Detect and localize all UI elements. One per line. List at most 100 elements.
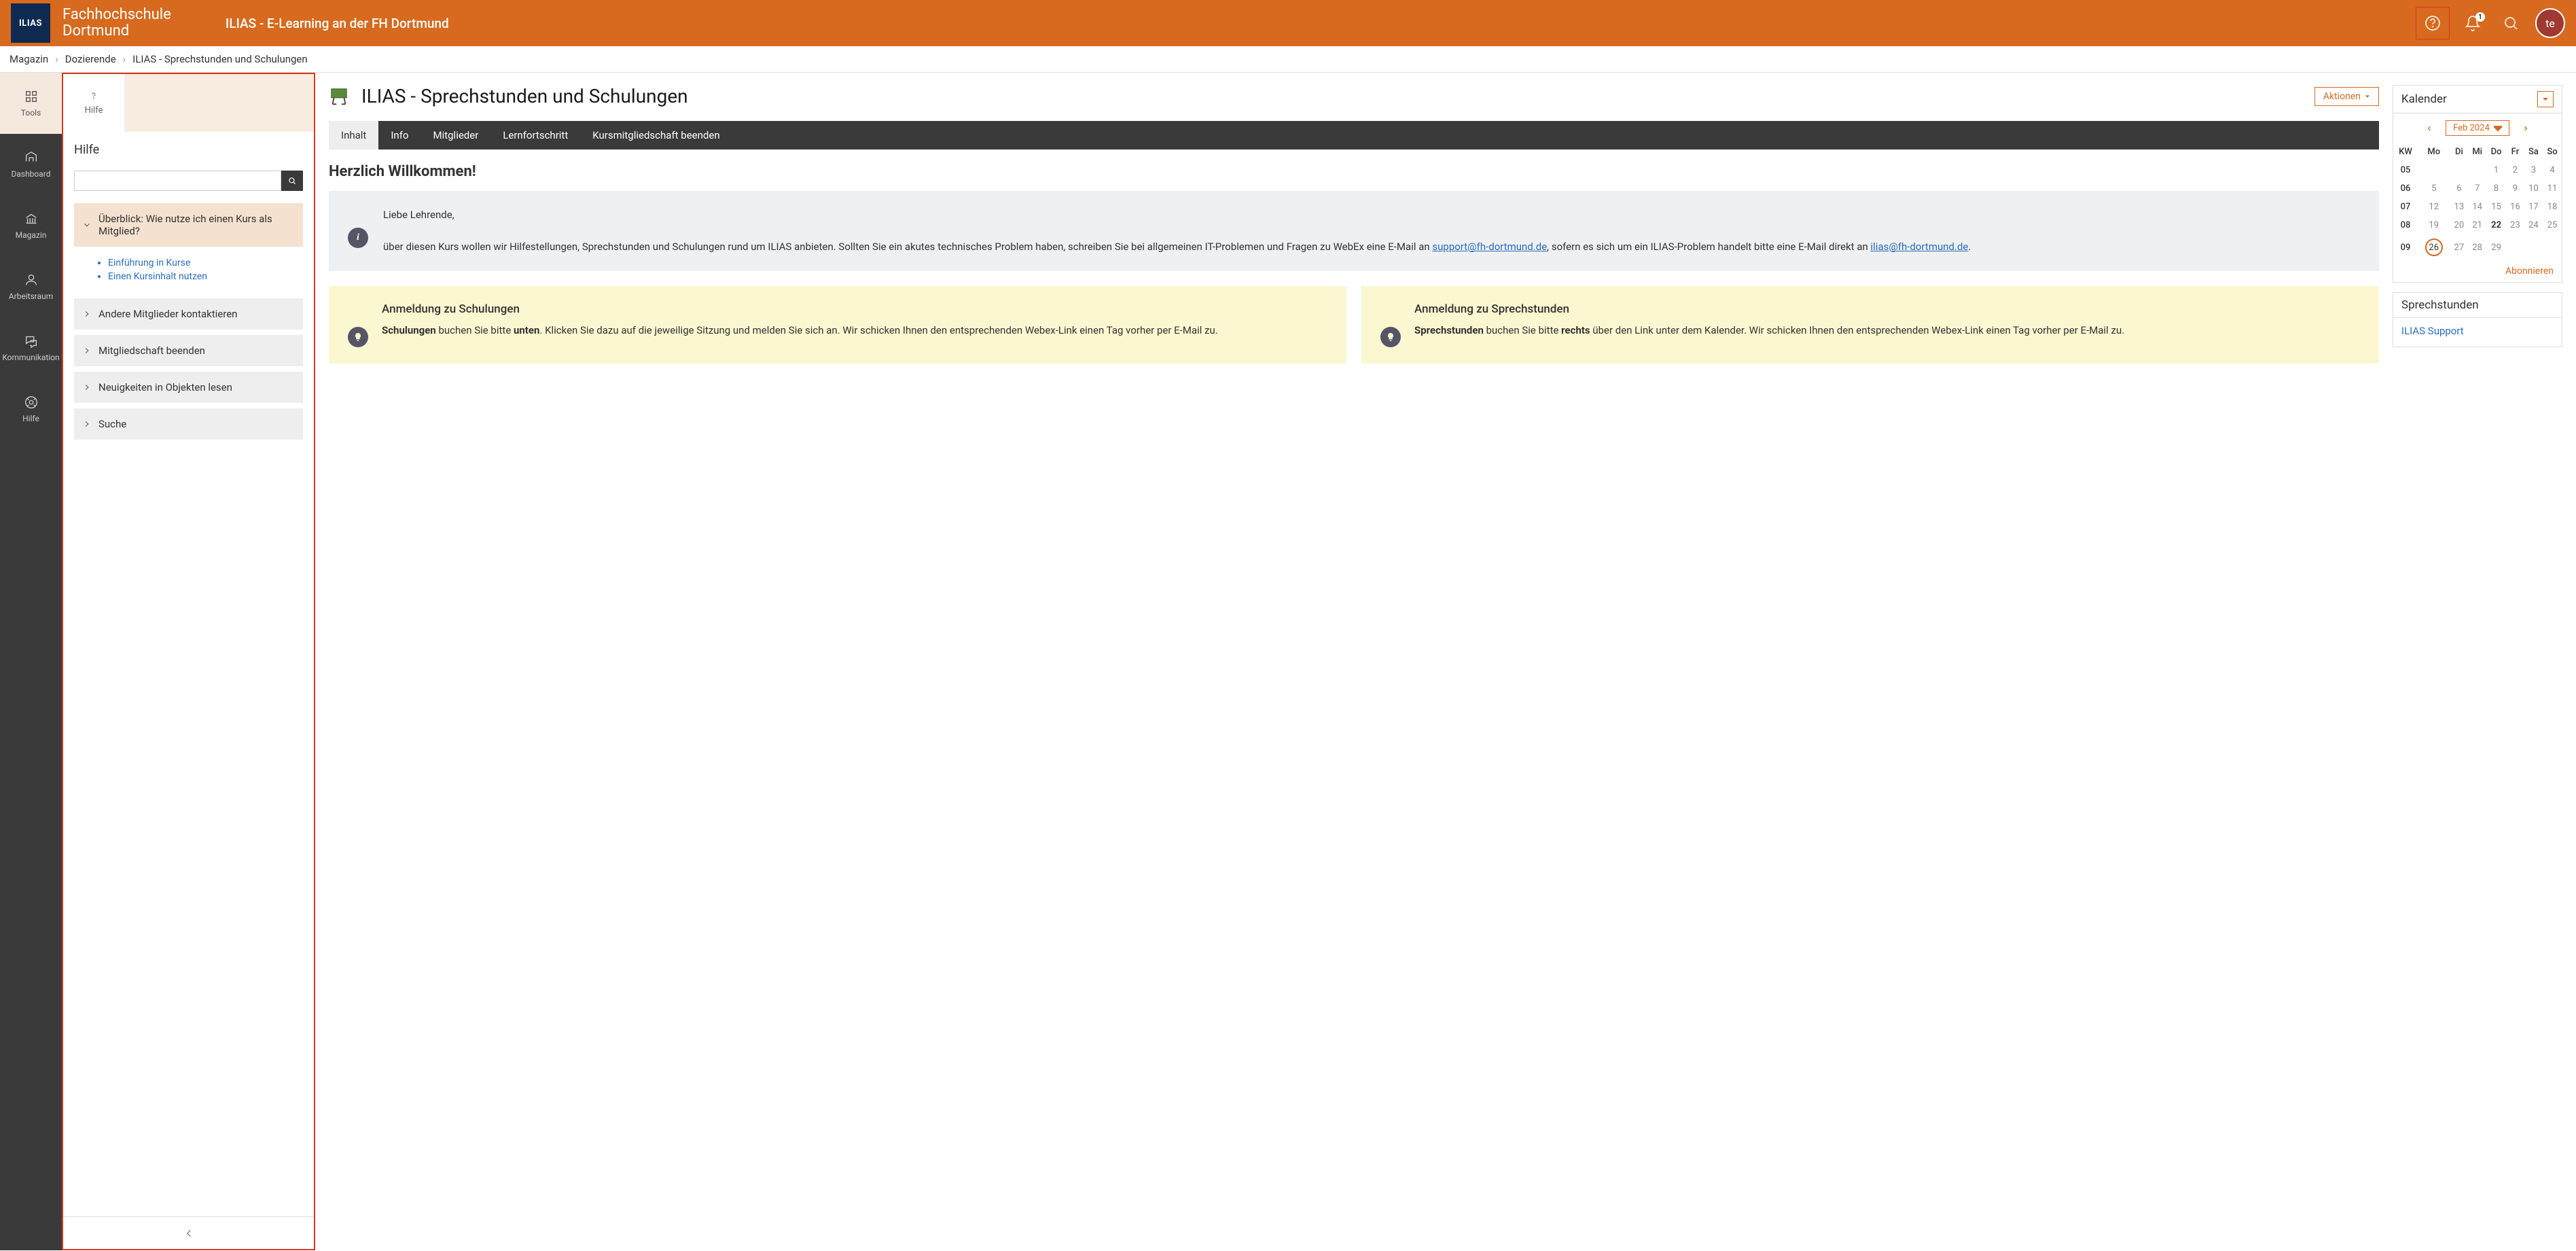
breadcrumb-item[interactable]: ILIAS - Sprechstunden und Schulungen (132, 53, 308, 65)
next-month-button[interactable] (2522, 124, 2530, 133)
support-email-link[interactable]: support@fh-dortmund.de (1432, 241, 1547, 253)
course-icon (329, 86, 349, 107)
notifications-icon[interactable]: 1 (2458, 8, 2488, 38)
tab-mitglieder[interactable]: Mitglieder (421, 121, 490, 149)
breadcrumb-item[interactable]: Magazin (10, 53, 48, 65)
calendar-header: Mo (2418, 143, 2450, 161)
ilias-email-link[interactable]: ilias@fh-dortmund.de (1871, 241, 1969, 253)
breadcrumb: Magazin › Dozierende › ILIAS - Sprechstu… (0, 46, 2576, 73)
help-icon[interactable] (2416, 7, 2450, 39)
info-body: über diesen Kurs wollen wir Hilfestellun… (383, 239, 1971, 255)
help-panel: Hilfe Hilfe Überblick: Wie nutze ich ein… (62, 73, 315, 1250)
logo[interactable]: ILIAS (11, 3, 50, 43)
calendar-day[interactable]: 17 (2524, 198, 2543, 216)
calendar-day[interactable]: 7 (2468, 179, 2486, 198)
chevron-right-icon (82, 383, 92, 392)
calendar-day[interactable]: 23 (2506, 216, 2524, 234)
header: ILIAS Fachhochschule Dortmund ILIAS - E-… (0, 0, 2576, 46)
calendar-header: KW (2393, 143, 2418, 161)
avatar[interactable]: te (2535, 8, 2565, 38)
nav-kommunikation[interactable]: Kommunikation (0, 317, 62, 378)
bulb-icon (1380, 327, 1401, 347)
calendar-day (2418, 161, 2450, 179)
chevron-right-icon: › (55, 53, 58, 65)
calendar-day[interactable]: 20 (2450, 216, 2469, 234)
calendar-day (2543, 234, 2562, 260)
help-tab[interactable]: Hilfe (63, 74, 124, 132)
calendar-day[interactable]: 14 (2468, 198, 2486, 216)
calendar-header: Fr (2506, 143, 2524, 161)
month-selector[interactable]: Feb 2024 (2446, 120, 2509, 136)
tab-info[interactable]: Info (378, 121, 421, 149)
institution-name: Fachhochschule Dortmund (62, 7, 171, 39)
calendar-menu-button[interactable] (2537, 91, 2554, 107)
calendar-day[interactable]: 27 (2450, 234, 2469, 260)
card-schulungen: Anmeldung zu Schulungen Schulungen buche… (329, 286, 1346, 364)
nav-dashboard[interactable]: Dashboard (0, 134, 62, 195)
calendar-day[interactable]: 6 (2450, 179, 2469, 198)
tab-kursmitgliedschaft-beenden[interactable]: Kursmitgliedschaft beenden (580, 121, 732, 149)
calendar-header: Mi (2468, 143, 2486, 161)
calendar-day[interactable]: 25 (2543, 216, 2562, 234)
calendar-day[interactable]: 29 (2486, 234, 2506, 260)
calendar-day (2506, 234, 2524, 260)
calendar-day[interactable]: 10 (2524, 179, 2543, 198)
tab-inhalt[interactable]: Inhalt (329, 121, 378, 149)
calendar-day[interactable]: 5 (2418, 179, 2450, 198)
notification-badge: 1 (2475, 12, 2485, 22)
calendar-day[interactable]: 8 (2486, 179, 2506, 198)
calendar-day[interactable]: 3 (2524, 161, 2543, 179)
calendar-day[interactable]: 22 (2486, 216, 2506, 234)
calendar-day[interactable]: 16 (2506, 198, 2524, 216)
card-text: Sprechstunden buchen Sie bitte rechts üb… (1414, 323, 2124, 338)
calendar-day (2468, 161, 2486, 179)
help-link[interactable]: Einführung in Kurse (108, 258, 190, 268)
calendar-day[interactable]: 26 (2418, 234, 2450, 260)
caret-down-icon (2542, 96, 2549, 103)
prev-month-button[interactable] (2425, 124, 2433, 133)
calendar-day[interactable]: 28 (2468, 234, 2486, 260)
help-topic[interactable]: Suche (74, 408, 303, 440)
calendar-day[interactable]: 2 (2506, 161, 2524, 179)
calendar-header: So (2543, 143, 2562, 161)
search-icon[interactable] (2496, 8, 2526, 38)
calendar-day[interactable]: 11 (2543, 179, 2562, 198)
main-nav: Tools Dashboard Magazin Arbeitsraum Komm… (0, 73, 62, 1250)
calendar-day[interactable]: 4 (2543, 161, 2562, 179)
calendar-day[interactable]: 15 (2486, 198, 2506, 216)
calendar-title: Kalender (2401, 92, 2447, 106)
nav-magazin[interactable]: Magazin (0, 195, 62, 256)
nav-tools[interactable]: Tools (0, 73, 62, 134)
calendar-header: Do (2486, 143, 2506, 161)
calendar-day[interactable]: 1 (2486, 161, 2506, 179)
nav-hilfe[interactable]: Hilfe (0, 378, 62, 440)
nav-arbeitsraum[interactable]: Arbeitsraum (0, 256, 62, 317)
help-search-input[interactable] (74, 171, 281, 191)
breadcrumb-item[interactable]: Dozierende (65, 53, 116, 65)
help-topic[interactable]: Andere Mitglieder kontaktieren (74, 298, 303, 330)
subscribe-link[interactable]: Abonnieren (2505, 266, 2554, 277)
calendar-day[interactable]: 12 (2418, 198, 2450, 216)
help-search (74, 171, 303, 191)
ilias-support-link[interactable]: ILIAS Support (2401, 325, 2464, 337)
calendar-grid: KWMoDiMiDoFrSaSo 05123406567891011071213… (2393, 143, 2562, 260)
help-title: Hilfe (74, 143, 303, 157)
calendar-week: 09 (2393, 234, 2418, 260)
help-search-button[interactable] (281, 171, 303, 191)
help-link[interactable]: Einen Kursinhalt nutzen (108, 271, 207, 282)
calendar-day[interactable]: 21 (2468, 216, 2486, 234)
calendar-day[interactable]: 9 (2506, 179, 2524, 198)
calendar-day[interactable]: 24 (2524, 216, 2543, 234)
help-topic[interactable]: Neuigkeiten in Objekten lesen (74, 372, 303, 403)
calendar-day[interactable]: 19 (2418, 216, 2450, 234)
calendar-header: Sa (2524, 143, 2543, 161)
info-salutation: Liebe Lehrende, (383, 207, 1971, 223)
tab-lernfortschritt[interactable]: Lernfortschritt (490, 121, 580, 149)
help-topic-overview[interactable]: Überblick: Wie nutze ich einen Kurs als … (74, 203, 303, 247)
actions-button[interactable]: Aktionen (2314, 87, 2379, 106)
help-back-button[interactable] (63, 1216, 314, 1249)
calendar-day[interactable]: 13 (2450, 198, 2469, 216)
calendar-day[interactable]: 18 (2543, 198, 2562, 216)
help-topic[interactable]: Mitgliedschaft beenden (74, 335, 303, 366)
product-title: ILIAS - E-Learning an der FH Dortmund (226, 16, 449, 31)
